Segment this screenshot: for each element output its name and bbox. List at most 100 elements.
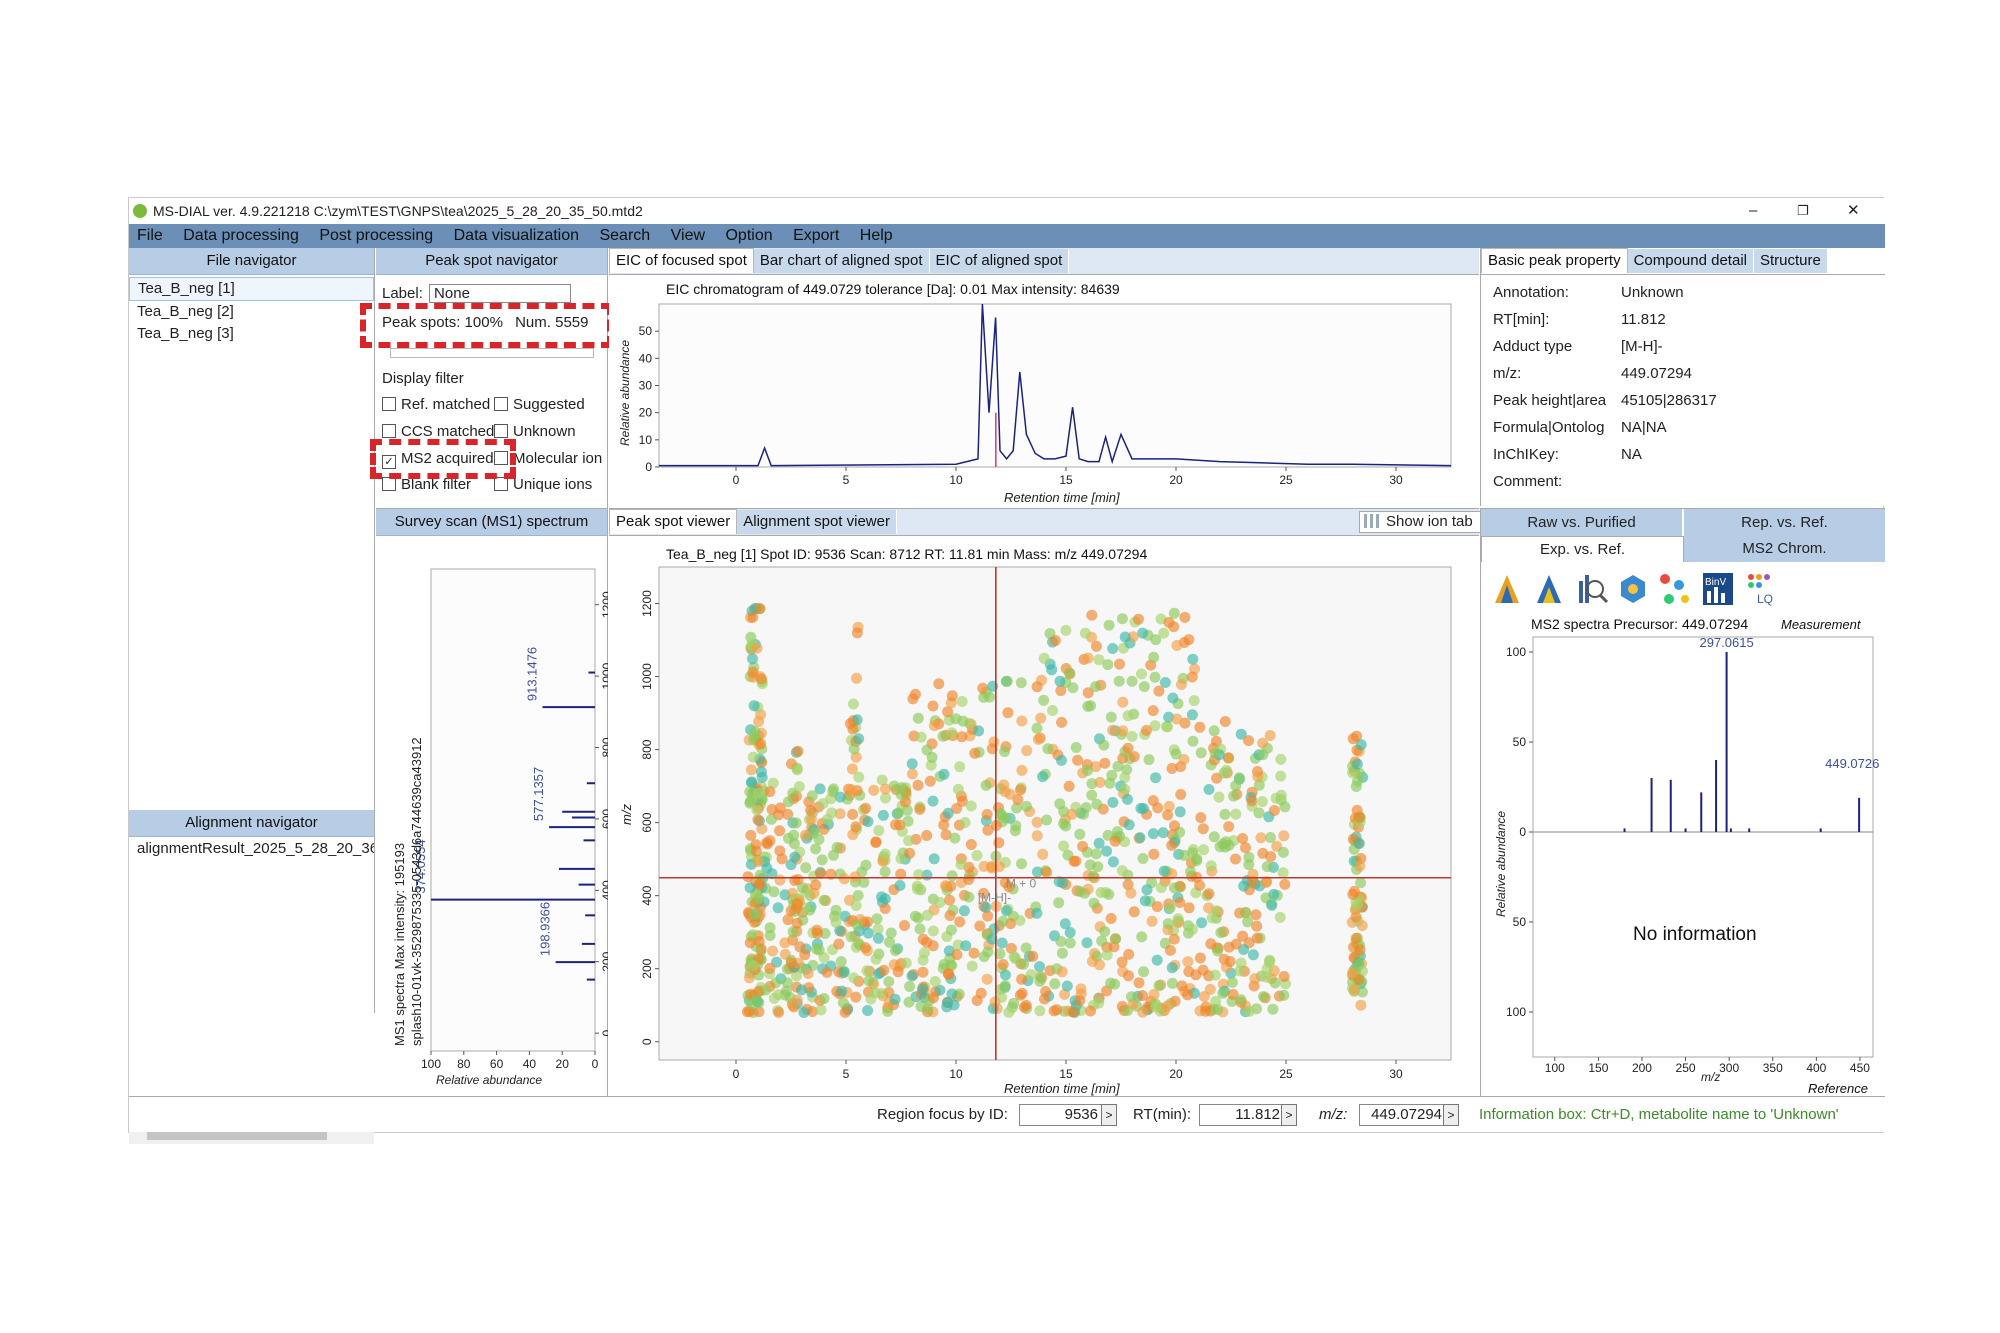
filter-ccs-matched[interactable]: CCS matched: [382, 423, 494, 440]
restore-button[interactable]: ❐: [1797, 198, 1809, 224]
close-button[interactable]: ✕: [1847, 198, 1860, 224]
molecule-icon[interactable]: [1621, 575, 1645, 603]
menu-search[interactable]: Search: [599, 227, 650, 244]
scatter-point: [1099, 926, 1111, 937]
eic-y-tick-label: 30: [639, 379, 653, 393]
tab-compound-detail[interactable]: Compound detail: [1627, 249, 1754, 273]
menu-view[interactable]: View: [671, 227, 705, 244]
scatter-point: [1224, 956, 1236, 967]
filter-unknown[interactable]: Unknown: [494, 423, 576, 440]
tab-eic-aligned[interactable]: EIC of aligned spot: [929, 249, 1070, 273]
main-window: MS-DIAL ver. 4.9.221218 C:\zym\TEST\GNPS…: [128, 197, 1885, 1144]
scatter-point: [751, 995, 763, 1006]
rt-input[interactable]: 11.812: [1199, 1104, 1285, 1126]
peak-spot-scatter-chart[interactable]: Tea_B_neg [1] Spot ID: 9536 Scan: 8712 R…: [609, 535, 1479, 1097]
menu-help[interactable]: Help: [860, 227, 893, 244]
scatter-point: [837, 997, 849, 1009]
scatter-point: [1243, 1005, 1255, 1017]
tab-basic-peak-property[interactable]: Basic peak property: [1481, 248, 1628, 273]
label-select[interactable]: None: [429, 284, 572, 303]
tab-eic-focused[interactable]: EIC of focused spot: [609, 248, 754, 273]
tab-ms2-chrom[interactable]: MS2 Chrom.: [1684, 536, 1885, 562]
scatter-point: [1195, 747, 1207, 759]
spectrum-blue-icon[interactable]: [1537, 575, 1561, 603]
scatter-point: [1240, 907, 1252, 919]
menu-file[interactable]: File: [137, 227, 163, 244]
scatter-point: [1107, 856, 1119, 868]
menu-post-processing[interactable]: Post processing: [319, 227, 433, 244]
checkbox[interactable]: [494, 424, 508, 438]
menu-export[interactable]: Export: [793, 227, 839, 244]
file-list-item[interactable]: Tea_B_neg [2]: [129, 301, 374, 323]
scatter-point: [975, 987, 987, 999]
scatter-point: [747, 666, 759, 678]
filter-suggested[interactable]: Suggested: [494, 396, 585, 413]
scatter-point: [902, 815, 914, 827]
scatter-point: [1166, 763, 1178, 774]
minimize-button[interactable]: –: [1749, 198, 1757, 224]
scatter-x-tick-label: 20: [1169, 1067, 1183, 1081]
tab-bar-chart-aligned[interactable]: Bar chart of aligned spot: [753, 249, 930, 273]
scatter-point: [952, 783, 964, 795]
scatter-point: [1122, 793, 1133, 805]
scatter-point: [745, 829, 757, 841]
scatter-point: [790, 817, 802, 829]
scatter-point: [772, 902, 784, 914]
filter-ref-matched[interactable]: Ref. matched: [382, 396, 490, 413]
checkbox[interactable]: [494, 477, 508, 491]
checkbox[interactable]: [382, 477, 396, 491]
ms1-x-tick-label: 100: [421, 1057, 441, 1071]
scatter-point: [1002, 707, 1014, 719]
scatter-point: [785, 957, 797, 969]
checkbox[interactable]: [382, 397, 396, 411]
tab-peak-spot-viewer[interactable]: Peak spot viewer: [609, 509, 738, 534]
alignment-list-item[interactable]: alignmentResult_2025_5_28_20_36: [129, 838, 374, 860]
checkbox[interactable]: [494, 397, 508, 411]
menu-data-processing[interactable]: Data processing: [183, 227, 299, 244]
scatter-point: [1025, 969, 1037, 981]
scatter-point: [883, 976, 895, 988]
checkbox[interactable]: [382, 424, 396, 438]
scatter-point: [1125, 887, 1137, 899]
property-value: NA: [1621, 446, 1642, 463]
search-chart-icon[interactable]: [1579, 575, 1609, 604]
scatter-point: [830, 916, 842, 928]
tab-structure[interactable]: Structure: [1754, 249, 1828, 273]
network-icon[interactable]: [1660, 574, 1689, 604]
scatter-point: [1133, 613, 1144, 625]
scatter-point: [1167, 977, 1178, 989]
filter-label: Unknown: [513, 423, 576, 440]
tab-exp-vs-ref[interactable]: Exp. vs. Ref.: [1481, 536, 1684, 562]
mz-input[interactable]: 449.07294: [1359, 1104, 1447, 1126]
menu-option[interactable]: Option: [725, 227, 772, 244]
lipid-query-icon[interactable]: LQ: [1748, 574, 1773, 606]
rt-go-button[interactable]: >: [1281, 1104, 1297, 1126]
menu-data-visualization[interactable]: Data visualization: [454, 227, 579, 244]
scatter-y-tick-label: 200: [640, 958, 654, 978]
scatter-point: [1348, 984, 1360, 996]
filter-label: Ref. matched: [401, 396, 491, 413]
app-icon: [133, 204, 147, 218]
file-list-item[interactable]: Tea_B_neg [1]: [129, 277, 374, 301]
scatter-point: [954, 916, 966, 928]
scatter-point: [1217, 987, 1229, 999]
scatter-point: [1037, 848, 1049, 860]
tab-alignment-spot-viewer[interactable]: Alignment spot viewer: [737, 510, 897, 534]
scatter-point: [1203, 888, 1215, 900]
file-list-item[interactable]: Tea_B_neg [3]: [129, 323, 374, 345]
scatter-point: [1079, 627, 1091, 639]
scatter-point: [1086, 609, 1098, 621]
range-slider[interactable]: [390, 348, 594, 358]
id-input[interactable]: 9536: [1019, 1104, 1103, 1126]
show-ion-tab-button[interactable]: Show ion tab: [1359, 511, 1483, 533]
scatter-point: [745, 764, 757, 776]
scatter-point: [917, 983, 928, 995]
mz-go-button[interactable]: >: [1443, 1104, 1459, 1126]
scatter-point: [1081, 937, 1093, 949]
id-go-button[interactable]: >: [1101, 1104, 1117, 1126]
spectrum-icon[interactable]: [1495, 575, 1519, 603]
binvestigate-icon[interactable]: BinV: [1703, 573, 1733, 605]
tab-rep-vs-ref[interactable]: Rep. vs. Ref.: [1684, 509, 1885, 536]
tab-raw-vs-purified[interactable]: Raw vs. Purified: [1481, 509, 1684, 536]
ms1-mz-tick-label: 1200: [600, 591, 608, 618]
